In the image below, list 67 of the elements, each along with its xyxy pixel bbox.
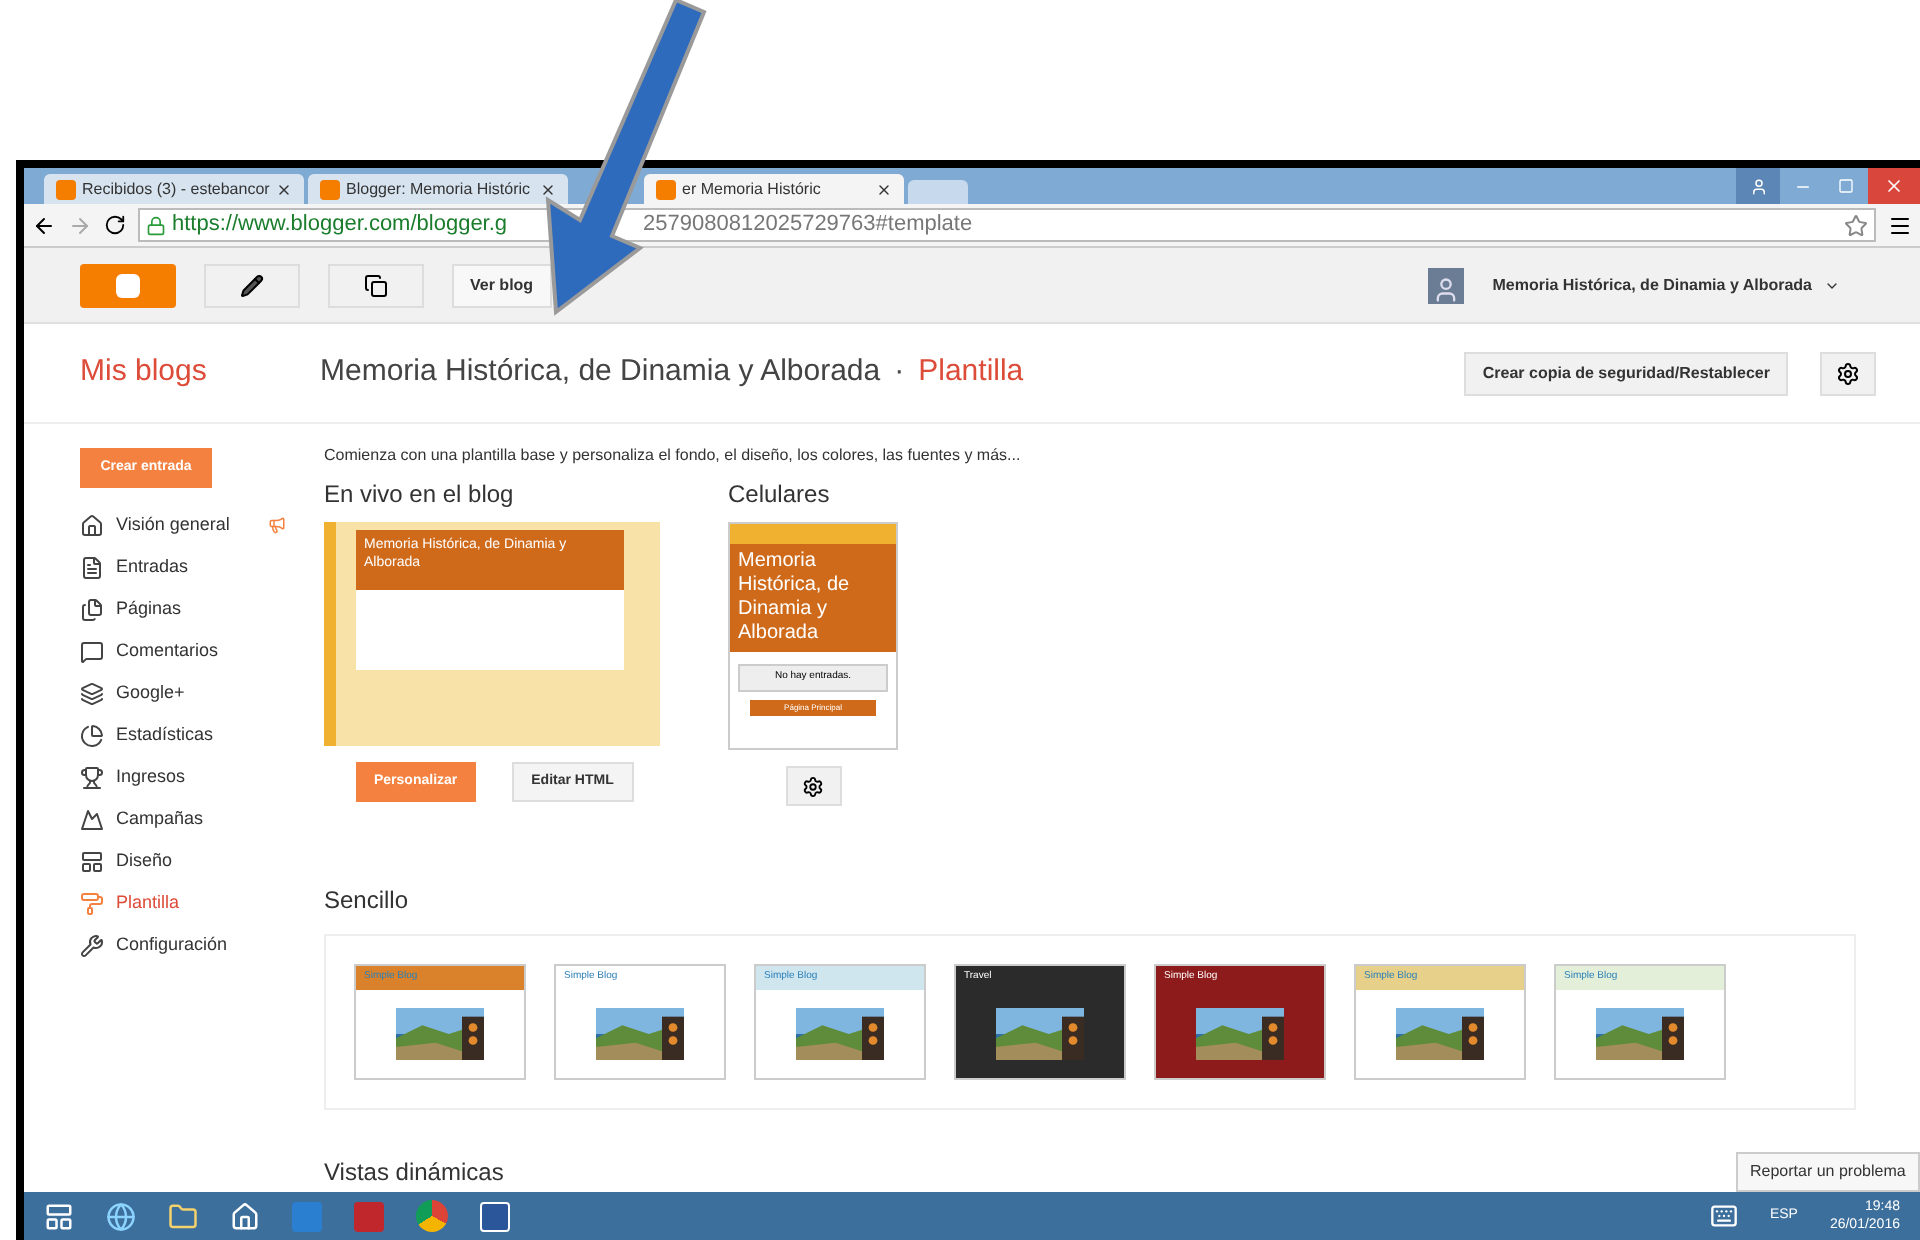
view-blog-button[interactable]: Ver blog	[452, 263, 552, 307]
back-icon[interactable]	[32, 213, 56, 237]
document-icon	[80, 555, 104, 579]
browser-tab[interactable]: Recibidos (3) - estebancor	[44, 174, 304, 204]
blog-title: Memoria Histórica, de Dinamia y Alborada	[320, 352, 881, 393]
posts-button[interactable]	[328, 263, 424, 307]
tab-favicon-icon	[56, 179, 76, 199]
browser-tab[interactable]: er Memoria Históric	[644, 174, 904, 204]
close-icon[interactable]	[276, 181, 292, 197]
close-icon[interactable]	[876, 181, 892, 197]
backup-button[interactable]: Crear copia de seguridad/Restablecer	[1464, 351, 1788, 395]
wrench-icon	[80, 933, 104, 957]
mountain-icon	[80, 807, 104, 831]
new-post-button[interactable]	[204, 263, 300, 307]
tab-favicon-icon	[320, 179, 340, 199]
sidebar-item[interactable]: Diseño	[116, 847, 173, 875]
account-menu[interactable]: Memoria Histórica, de Dinamia y Alborada	[1492, 273, 1840, 297]
pie-chart-icon	[80, 723, 104, 747]
section-heading: Vistas dinámicas	[324, 1156, 504, 1190]
sidebar-item[interactable]: Google+	[116, 679, 185, 707]
settings-button[interactable]	[785, 766, 841, 806]
menu-icon[interactable]	[1888, 213, 1912, 237]
pages-icon	[364, 273, 388, 297]
sidebar-item[interactable]: Visión general	[116, 511, 230, 539]
my-blogs-link[interactable]: Mis blogs	[80, 350, 320, 396]
section-heading: En vivo en el blog	[324, 478, 516, 512]
blogger-logo-button[interactable]	[80, 263, 176, 307]
sidebar-item[interactable]: Estadísticas	[116, 721, 214, 749]
gear-icon	[802, 775, 824, 797]
browser-tab[interactable]: Blogger: Memoria Históric	[308, 174, 568, 204]
pages-icon	[80, 597, 104, 621]
layout-icon	[80, 849, 104, 873]
settings-button[interactable]	[1820, 351, 1876, 395]
sidebar-item[interactable]: Campañas	[116, 805, 204, 833]
reload-icon[interactable]	[104, 214, 126, 236]
trophy-icon	[80, 765, 104, 789]
megaphone-icon	[268, 516, 286, 534]
sidebar-item[interactable]: Plantilla	[116, 889, 180, 917]
speech-bubble-icon	[80, 639, 104, 663]
paint-roller-icon	[80, 891, 104, 915]
preview-title: Memoria Histórica, de Dinamia y Alborada	[730, 544, 896, 652]
house-icon	[80, 513, 104, 537]
section-heading: Celulares	[728, 478, 832, 512]
gear-icon	[1836, 361, 1860, 385]
sidebar-item[interactable]: Páginas	[116, 595, 182, 623]
separator-dot: ·	[894, 352, 905, 393]
close-icon[interactable]	[540, 181, 556, 197]
lock-icon	[146, 215, 166, 235]
address-bar[interactable]: https://www.blogger.com/blogger.g 2579080812025729763#template	[138, 208, 1876, 242]
browser-icon[interactable]	[106, 1201, 136, 1231]
house-icon[interactable]	[230, 1201, 260, 1231]
star-icon[interactable]	[1844, 213, 1868, 237]
start-icon[interactable]	[44, 1201, 74, 1231]
sidebar-item[interactable]: Comentarios	[116, 637, 219, 665]
sidebar-item[interactable]: Entradas	[116, 553, 189, 581]
avatar-icon	[1428, 267, 1465, 303]
tab-favicon-icon	[656, 179, 676, 199]
section-title: Plantilla	[918, 352, 1024, 393]
sidebar-item[interactable]: Configuración	[116, 931, 228, 959]
tooltip: Reportar un problema	[1736, 1152, 1920, 1192]
pencil-icon	[240, 273, 264, 297]
keyboard-icon[interactable]	[1709, 1202, 1738, 1230]
folder-icon[interactable]	[168, 1201, 198, 1231]
sidebar-item[interactable]: Ingresos	[116, 763, 186, 791]
intro-text: Comienza con una plantilla base y personaliza el fondo, el diseño, los colores, las fuentes y más...	[324, 444, 1023, 468]
section-heading: Sencillo	[324, 884, 411, 918]
user-icon[interactable]	[1736, 168, 1780, 204]
